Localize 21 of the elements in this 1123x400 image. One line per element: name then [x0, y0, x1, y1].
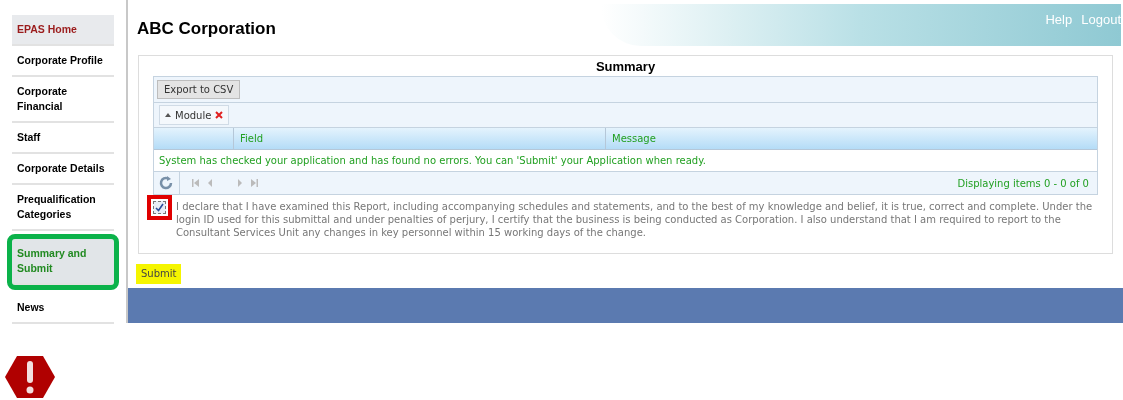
refresh-icon[interactable] — [159, 176, 173, 190]
nav-item[interactable]: Corporate Financial — [12, 77, 114, 123]
nav-item[interactable]: Staff — [12, 123, 114, 154]
nav-item[interactable]: Corporate Profile — [12, 46, 114, 77]
checkbox[interactable] — [153, 201, 166, 214]
nav-item[interactable]: Corporate Details — [12, 154, 114, 185]
warning-icon — [4, 355, 56, 399]
sort-up-icon — [165, 113, 171, 117]
section-title: Summary — [594, 58, 657, 76]
export-csv-button[interactable]: Export to CSV — [157, 80, 241, 99]
nav-item[interactable]: News — [12, 293, 114, 324]
grid-message: System has checked your application and has found no errors. You can 'Submit' your Application when ready. — [159, 154, 706, 168]
page-title: ABC Corporation — [137, 18, 276, 40]
pager-status: Displaying items 0 - 0 of 0 — [957, 176, 1089, 191]
nav-item[interactable]: Prequalification Categories — [12, 185, 114, 231]
nav-item[interactable]: EPAS Home — [12, 15, 114, 46]
submit-button[interactable]: Submit — [136, 263, 182, 284]
declaration-text: I declare that I have examined this Report, including accompanying schedules and statements, and to the best of my knowledge and belief, it is true, correct and complete. Under the login ID used for this submittal and under penalties of perjury, I certify that the business is being conducted as Corporation. I also understand that I am required to report to the Consultant Services Unit any changes in key personnel within 15 working days of the change. — [176, 200, 1094, 239]
close-icon[interactable] — [215, 111, 224, 119]
group-chip[interactable]: Module — [159, 105, 230, 125]
group-label: Module — [175, 108, 212, 123]
